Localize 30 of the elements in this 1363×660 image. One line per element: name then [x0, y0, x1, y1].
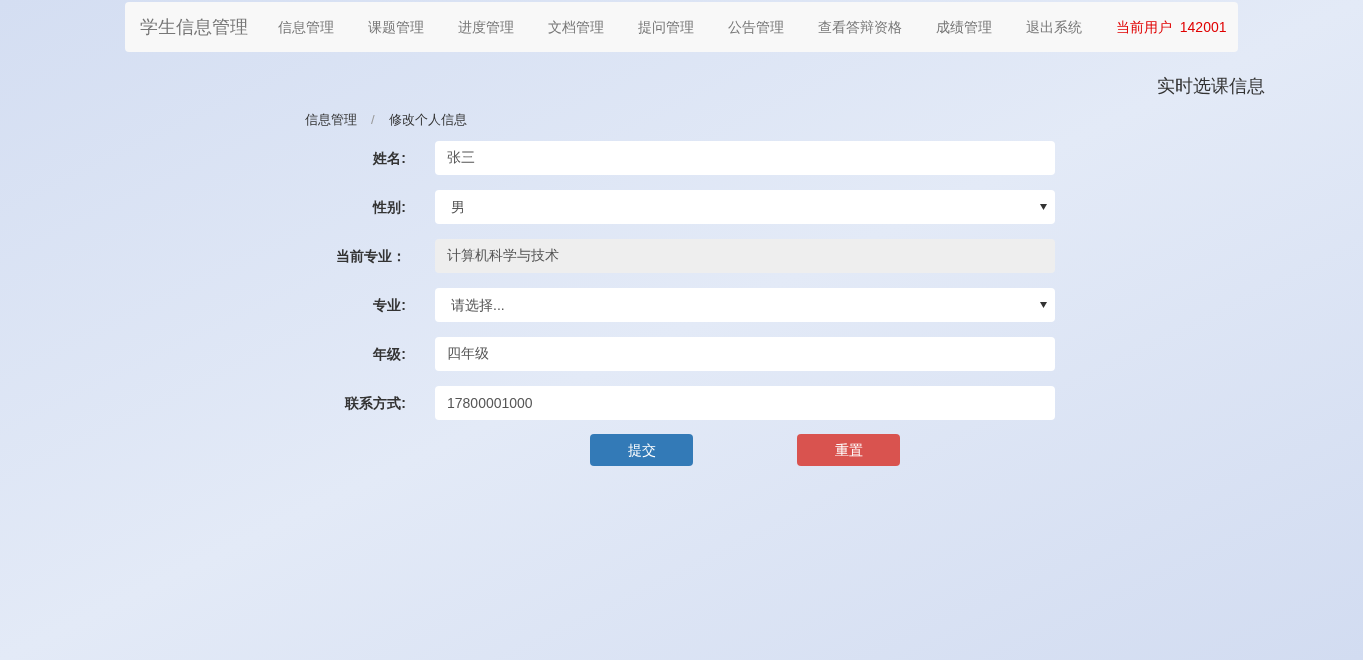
- nav-link[interactable]: 信息管理: [278, 17, 334, 37]
- breadcrumb-separator: /: [371, 111, 375, 129]
- caret-icon: [1040, 301, 1047, 308]
- nav-link[interactable]: 公告管理: [728, 17, 784, 37]
- select-field[interactable]: 男: [435, 189, 1055, 224]
- nav-link[interactable]: 成绩管理: [936, 17, 992, 37]
- select-field[interactable]: 请选择...: [435, 287, 1055, 322]
- nav-link[interactable]: 文档管理: [548, 17, 604, 37]
- nav-link[interactable]: 退出系统: [1026, 17, 1082, 37]
- breadcrumb-item[interactable]: 信息管理: [305, 110, 357, 130]
- breadcrumb-item: 修改个人信息: [388, 111, 467, 129]
- input-field[interactable]: 17800001000: [435, 385, 1055, 420]
- nav-link[interactable]: 课题管理: [368, 17, 424, 37]
- nav-link[interactable]: 提问管理: [638, 17, 694, 37]
- field-label: 专业:: [373, 295, 406, 315]
- field-label: 年级:: [373, 344, 406, 364]
- field-label: 联系方式:: [345, 393, 406, 413]
- field-label: 性别:: [373, 197, 406, 217]
- input-field[interactable]: 张三: [435, 140, 1055, 175]
- input-field[interactable]: 四年级: [435, 336, 1055, 371]
- submit-button[interactable]: 提交: [590, 433, 693, 466]
- field-label: 当前专业：: [336, 246, 406, 266]
- reset-button[interactable]: 重置: [797, 433, 900, 466]
- current-user: 当前用户 142001: [1116, 18, 1227, 37]
- field-label: 姓名:: [373, 148, 406, 168]
- brand-title[interactable]: 学生信息管理: [140, 13, 248, 41]
- nav-link[interactable]: 查看答辩资格: [818, 17, 902, 37]
- caret-icon: [1040, 203, 1047, 210]
- section-title: 实时选课信息: [1157, 75, 1265, 98]
- nav-link[interactable]: 进度管理: [458, 17, 514, 37]
